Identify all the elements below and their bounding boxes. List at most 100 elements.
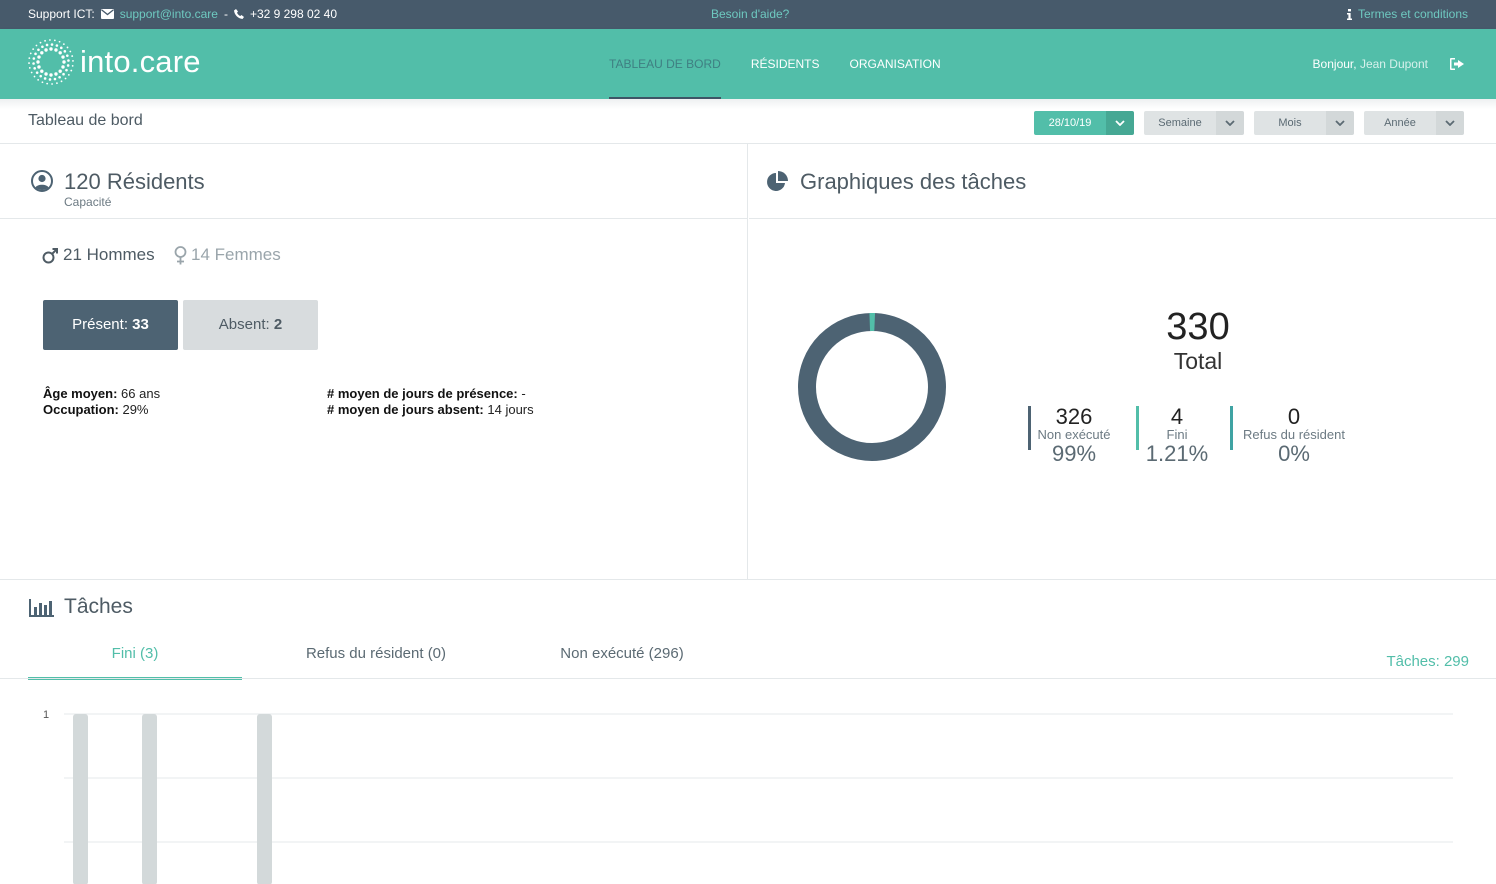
logo-dot (58, 69, 62, 73)
stat-bar (1136, 406, 1139, 450)
filter-week[interactable]: Semaine (1144, 111, 1244, 135)
task-charts-header: Graphiques des tâches (749, 144, 1496, 219)
male-icon (42, 247, 58, 263)
logo-dot (64, 77, 67, 80)
logo-dot (55, 44, 59, 47)
women-count-label: 14 Femmes (191, 245, 281, 264)
chevron-down-icon[interactable] (1326, 111, 1354, 135)
logout-button[interactable] (1450, 57, 1464, 75)
filter-year-label: Année (1364, 111, 1436, 135)
logo-dot (61, 65, 65, 69)
task-charts-panel: Graphiques des tâches 330 Total 326 Non … (749, 144, 1496, 579)
chevron-down-icon[interactable] (1436, 111, 1464, 135)
avg-absent-stat: # moyen de jours absent: 14 jours (327, 402, 534, 417)
filter-year[interactable]: Année (1364, 111, 1464, 135)
logo-dot (43, 77, 47, 80)
terms-link[interactable]: Termes et conditions (1358, 7, 1468, 21)
support-email-link[interactable]: support@into.care (120, 7, 218, 21)
occupancy-label: Occupation: (43, 402, 119, 417)
logo-dot (39, 41, 42, 44)
greeting-text: Bonjour, (1312, 57, 1357, 71)
tasks-donut-chart (798, 313, 946, 461)
residents-header: 120 Résidents Capacité (0, 144, 747, 219)
tabs-divider (0, 678, 1496, 679)
logo-icon (28, 39, 74, 85)
logo-dot (37, 55, 41, 59)
logo-dot (63, 50, 67, 53)
logo-dot (28, 62, 30, 64)
logo-dot (46, 82, 49, 85)
logo-dot (28, 67, 31, 69)
stat-percent: 0% (1278, 441, 1310, 466)
logo-dot (49, 47, 53, 51)
logo-dot (39, 74, 43, 78)
filter-month[interactable]: Mois (1254, 111, 1354, 135)
mail-icon (100, 9, 114, 19)
y-tick-label: 1 (43, 709, 49, 721)
filter-date-label: 28/10/19 (1034, 111, 1106, 135)
present-label: Présent: (72, 316, 128, 333)
logo-dot (28, 57, 31, 60)
logo-dot (37, 65, 41, 69)
logo-dot (35, 71, 39, 74)
user-greeting: Bonjour, Jean Dupont (1313, 57, 1428, 71)
support-bar: Support ICT: support@into.care - +32 9 2… (0, 0, 1496, 29)
task-charts-title: Graphiques des tâches (800, 169, 1027, 194)
logo-dot (66, 64, 70, 67)
chevron-down-icon[interactable] (1106, 111, 1134, 135)
stat-label: Fini (1166, 427, 1188, 442)
stat-label: Non exécuté (1037, 427, 1111, 442)
logo-dot (67, 59, 70, 62)
avg-age-stat: Âge moyen: 66 ans (43, 386, 160, 401)
stat-refused: 0 Refus du résident 0% (1230, 406, 1358, 467)
logo-dot (51, 83, 53, 85)
nav-item-dashboard[interactable]: TABLEAU DE BORD (609, 29, 721, 99)
help-link[interactable]: Besoin d'aide? (711, 7, 789, 21)
avg-presence-stat: # moyen de jours de présence: - (327, 386, 526, 401)
present-button[interactable]: Présent: 33 (43, 300, 178, 350)
user-name[interactable]: Jean Dupont (1360, 57, 1428, 71)
nav-item-organisation[interactable]: ORGANISATION (850, 29, 941, 99)
tab-not-executed[interactable]: Non exécuté (296) (522, 645, 722, 679)
tab-done[interactable]: Fini (3) (28, 645, 242, 680)
chart-bar[interactable] (257, 714, 272, 884)
chart-bar[interactable] (73, 714, 88, 884)
absent-button[interactable]: Absent: 2 (183, 300, 318, 350)
filter-date[interactable]: 28/10/19 (1034, 111, 1134, 135)
total-tasks-value: 330 (1166, 306, 1230, 348)
phone-icon (233, 9, 244, 19)
logo-dot (29, 52, 32, 55)
occupancy-value: 29% (122, 402, 149, 417)
absent-value: 2 (273, 316, 283, 333)
logo-dot (71, 64, 74, 67)
nav-item-residents[interactable]: RÉSIDENTS (751, 29, 820, 99)
main-navbar: into.care TABLEAU DE BORD RÉSIDENTS ORGA… (0, 29, 1496, 99)
logo-dot (58, 40, 61, 43)
tab-refused[interactable]: Refus du résident (0) (276, 645, 476, 679)
logo-dot (32, 57, 36, 60)
brand-logo[interactable]: into.care (28, 39, 201, 85)
occupancy-stat: Occupation: 29% (43, 402, 149, 417)
logo-dot (44, 48, 48, 52)
logo-dot (32, 48, 35, 51)
present-value: 33 (132, 316, 149, 333)
logo-dot (53, 77, 57, 81)
stat-value: 0 (1287, 404, 1301, 429)
logo-dot (40, 69, 44, 73)
info-icon (1346, 8, 1352, 20)
donut-track (798, 313, 946, 461)
chart-bar[interactable] (142, 714, 157, 884)
logo-dot (49, 73, 53, 77)
avg-presence-label: # moyen de jours de présence: (327, 386, 518, 401)
terms-link-wrap[interactable]: Termes et conditions (1346, 7, 1468, 21)
chevron-down-icon[interactable] (1216, 111, 1244, 135)
logo-dot (33, 67, 36, 70)
logo-dot (59, 46, 63, 50)
support-label: Support ICT: (28, 7, 95, 21)
user-circle-icon (31, 170, 53, 192)
support-contact: Support ICT: support@into.care - +32 9 2… (28, 7, 337, 21)
logo-dot (45, 43, 49, 47)
logo-dot (37, 78, 40, 81)
stat-bar (1230, 406, 1233, 450)
avg-presence-value: - (521, 386, 526, 401)
